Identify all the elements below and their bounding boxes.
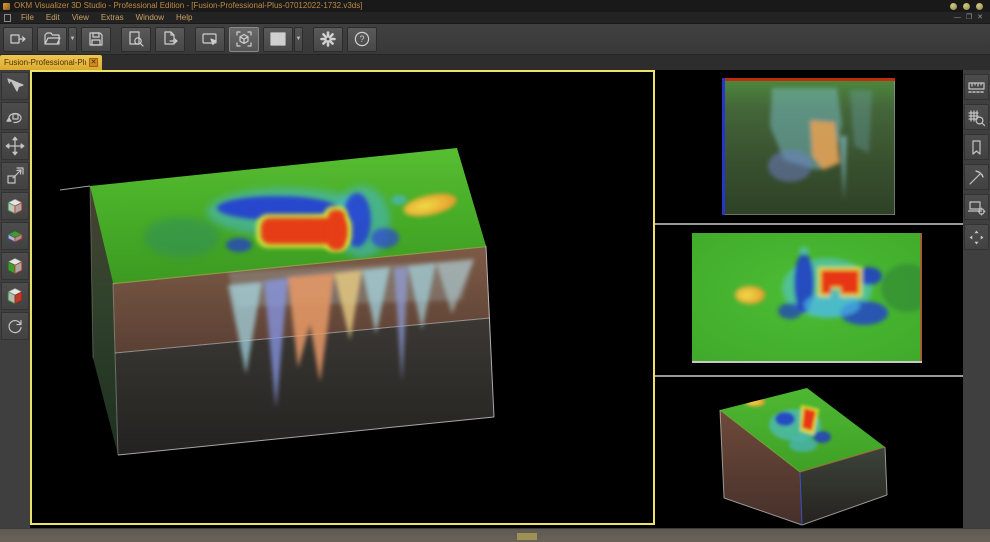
- reset-rotation-icon: [5, 316, 25, 336]
- print-preview-button[interactable]: [121, 27, 151, 52]
- layout-panels-icon: [269, 30, 287, 48]
- ground-scan-3d-scene: [32, 72, 653, 523]
- open-file-dropdown[interactable]: ▼: [68, 27, 77, 52]
- menu-edit[interactable]: Edit: [40, 12, 66, 24]
- tab-label: Fusion-Professional-Plus-07...: [4, 58, 86, 67]
- menu-bar: File Edit View Extras Window Help — ❐ ✕: [0, 12, 990, 24]
- mdi-minimize-button[interactable]: —: [954, 13, 961, 23]
- isometric-scene: [655, 377, 963, 528]
- maximize-button[interactable]: [963, 3, 970, 10]
- document-icon: [4, 14, 11, 22]
- gear-icon: [319, 30, 337, 48]
- menu-extras[interactable]: Extras: [95, 12, 130, 24]
- main-toolbar: ▼: [0, 24, 990, 55]
- tab-close-icon[interactable]: ✕: [89, 58, 98, 67]
- cube-3d-icon: [235, 30, 253, 48]
- cross-section-view[interactable]: [655, 70, 963, 223]
- perspective-3d-view[interactable]: [30, 70, 655, 525]
- ruler-measure-button[interactable]: [964, 74, 989, 100]
- reset-rotation-button[interactable]: [1, 312, 29, 340]
- screen-pointer-icon: [201, 30, 219, 48]
- preview-magnifier-icon: [127, 30, 145, 48]
- ruler-icon: [967, 78, 986, 97]
- signal-analysis-button[interactable]: [964, 164, 989, 190]
- menu-help[interactable]: Help: [170, 12, 198, 24]
- orbit-rotate-icon: [5, 106, 25, 126]
- export-pdf-icon: [161, 30, 179, 48]
- bookmark-icon: [967, 138, 986, 157]
- grid-magnifier-icon: [967, 108, 986, 127]
- cube-side-view-icon: [4, 255, 26, 277]
- mdi-close-button[interactable]: ✕: [977, 13, 983, 23]
- help-icon: ?: [353, 30, 371, 48]
- top-down-view[interactable]: [655, 225, 963, 375]
- zoom-window-tool-button[interactable]: [1, 162, 29, 190]
- app-icon: [3, 3, 10, 10]
- isometric-view[interactable]: [655, 377, 963, 528]
- menu-window[interactable]: Window: [130, 12, 170, 24]
- bookmark-button[interactable]: [964, 134, 989, 160]
- navigation-pad-icon: [967, 228, 986, 247]
- open-folder-icon: [43, 30, 61, 48]
- left-toolbar: [0, 70, 30, 528]
- layout-panels-dropdown[interactable]: ▼: [294, 27, 303, 52]
- right-toolbar: [963, 70, 990, 528]
- cube-3d-view-button[interactable]: [1, 192, 29, 220]
- cross-section-scene: [722, 78, 895, 215]
- save-file-button[interactable]: [81, 27, 111, 52]
- orbit-tool-button[interactable]: [1, 102, 29, 130]
- tab-fusion-professional-plus[interactable]: Fusion-Professional-Plus-07... ✕: [0, 55, 102, 70]
- mdi-restore-button[interactable]: ❐: [966, 13, 972, 23]
- laptop-gear-icon: [967, 198, 986, 217]
- tab-bar: Fusion-Professional-Plus-07... ✕: [0, 55, 990, 70]
- navigation-pad-button[interactable]: [964, 224, 989, 250]
- status-bar: [0, 528, 990, 542]
- right-view-panel: [655, 70, 963, 528]
- pan-move-icon: [5, 136, 25, 156]
- cube-top-view-button[interactable]: [1, 222, 29, 250]
- pickaxe-tool-icon: [967, 168, 986, 187]
- import-data-icon: [9, 30, 27, 48]
- status-chip: [517, 533, 537, 540]
- top-down-scene: [692, 233, 922, 363]
- main-view-area: [30, 70, 655, 528]
- open-file-button[interactable]: [37, 27, 67, 52]
- cube-top-view-icon: [4, 225, 26, 247]
- pan-tool-button[interactable]: [1, 132, 29, 160]
- workspace: [0, 70, 990, 528]
- import-data-button[interactable]: [3, 27, 33, 52]
- view-3d-button[interactable]: [229, 27, 259, 52]
- cube-front-view-icon: [4, 285, 26, 307]
- layout-panels-button[interactable]: [263, 27, 293, 52]
- select-tool-button[interactable]: [1, 72, 29, 100]
- select-cursor-icon: [5, 76, 25, 96]
- title-bar: OKM Visualizer 3D Studio - Professional …: [0, 0, 990, 12]
- grid-search-button[interactable]: [964, 104, 989, 130]
- close-button[interactable]: [976, 3, 983, 10]
- app-window: OKM Visualizer 3D Studio - Professional …: [0, 0, 990, 542]
- minimize-button[interactable]: [950, 3, 957, 10]
- save-disk-icon: [87, 30, 105, 48]
- zoom-window-icon: [5, 166, 25, 186]
- remote-screen-button[interactable]: [195, 27, 225, 52]
- window-title: OKM Visualizer 3D Studio - Professional …: [14, 0, 362, 12]
- export-pdf-button[interactable]: [155, 27, 185, 52]
- cube-front-view-button[interactable]: [1, 282, 29, 310]
- menu-view[interactable]: View: [66, 12, 95, 24]
- menu-file[interactable]: File: [15, 12, 40, 24]
- help-button[interactable]: ?: [347, 27, 377, 52]
- svg-text:?: ?: [359, 34, 364, 44]
- settings-button[interactable]: [313, 27, 343, 52]
- cube-3d-colored-icon: [4, 195, 26, 217]
- cube-side-view-button[interactable]: [1, 252, 29, 280]
- device-settings-button[interactable]: [964, 194, 989, 220]
